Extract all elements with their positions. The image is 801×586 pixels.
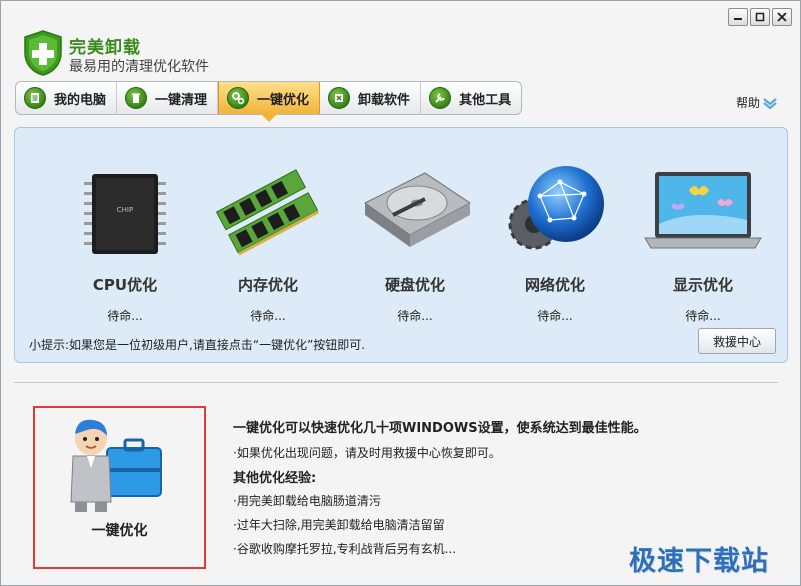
info-subhead: 其他优化经验: (233, 471, 317, 486)
tab-other-tools[interactable]: 其他工具 (421, 82, 521, 114)
option-title: 硬盘优化 (384, 276, 445, 294)
divider (14, 382, 778, 383)
memory-optimize-item[interactable]: 内存优化 待命... (198, 148, 338, 324)
option-status: 待命... (250, 309, 286, 323)
maximize-button[interactable] (750, 8, 770, 26)
mascot-briefcase-icon (70, 419, 162, 512)
minimize-button[interactable] (728, 8, 748, 26)
tip-list-item[interactable]: ·用完美卸载给电脑肠道清污 (233, 492, 381, 509)
tab-label: 其他工具 (459, 92, 512, 108)
tip-list-item[interactable]: ·过年大扫除,用完美卸载给电脑清洁留留 (233, 516, 445, 533)
chip-text: CHIP (117, 206, 133, 214)
option-status: 待命... (397, 309, 433, 323)
tab-label: 我的电脑 (54, 92, 107, 108)
chevron-down-icon (763, 97, 777, 109)
tab-uninstall-software[interactable]: 卸载软件 (320, 82, 422, 114)
laptop-display-icon (644, 172, 762, 249)
rescue-center-button[interactable]: 救援中心 (698, 328, 776, 354)
info-headline: 一键优化可以快速优化几十项WINDOWS设置，使系统达到最佳性能。 (233, 421, 647, 436)
help-link[interactable]: 帮助 (736, 94, 777, 111)
option-status: 待命... (685, 309, 721, 323)
gears-icon (227, 87, 250, 109)
tab-one-click-clean[interactable]: 一键清理 (117, 82, 219, 114)
app-window: 完美卸载 最易用的清理优化软件 我的电脑 一键清理 一键优化 卸载软件 其他工具… (0, 0, 801, 586)
option-title: 内存优化 (237, 276, 298, 294)
app-name: 完美卸载 (69, 38, 141, 58)
cpu-chip-icon: CHIP (84, 174, 166, 254)
disk-optimize-item[interactable]: 硬盘优化 待命... (345, 148, 485, 324)
watermark: 极速下载站 (629, 546, 769, 577)
option-status: 待命... (537, 309, 573, 323)
window-controls (728, 8, 792, 26)
tab-label: 一键清理 (155, 92, 208, 108)
option-title: 显示优化 (672, 276, 733, 294)
network-optimize-item[interactable]: 网络优化 待命... (485, 148, 625, 324)
tip-text: 小提示:如果您是一位初级用户,请直接点击“一键优化”按钮即可. (29, 338, 366, 352)
hard-disk-icon (364, 172, 471, 247)
info-line: ·如果优化出现问题，请及时用救援中心恢复即可。 (233, 446, 501, 460)
one-click-optimize-button[interactable]: 一键优化 (33, 406, 206, 569)
tools-icon (429, 87, 452, 109)
trash-icon (125, 87, 148, 109)
option-title: CPU优化 (92, 276, 158, 294)
uninstall-icon (328, 87, 351, 109)
one-click-optimize-label: 一键优化 (91, 523, 148, 539)
document-icon (24, 87, 46, 109)
close-icon (777, 12, 787, 22)
tab-one-click-optimize[interactable]: 一键优化 (218, 82, 321, 122)
minimize-icon (734, 18, 742, 20)
main-toolbar: 我的电脑 一键清理 一键优化 卸载软件 其他工具 (15, 81, 523, 122)
optimization-panel: CHIP CPU优化 待命... 内存优化 待命... 硬盘优化 待命... 网… (14, 127, 788, 363)
tip-list-item[interactable]: ·谷歌收购摩托罗拉,专利战背后另有玄机... (233, 540, 456, 557)
shield-logo-icon (24, 30, 62, 76)
option-title: 网络优化 (524, 276, 585, 294)
tab-label: 卸载软件 (358, 92, 411, 108)
display-optimize-item[interactable]: 显示优化 待命... (633, 148, 773, 324)
tab-label: 一键优化 (257, 92, 310, 108)
help-label: 帮助 (736, 96, 761, 110)
cpu-optimize-item[interactable]: CHIP CPU优化 待命... (55, 148, 195, 324)
close-button[interactable] (772, 8, 792, 26)
app-slogan: 最易用的清理优化软件 (69, 59, 209, 75)
network-globe-icon (508, 166, 604, 250)
maximize-icon (755, 12, 765, 22)
memory-ram-icon (215, 169, 319, 256)
option-status: 待命... (107, 309, 143, 323)
tab-my-computer[interactable]: 我的电脑 (16, 82, 118, 114)
